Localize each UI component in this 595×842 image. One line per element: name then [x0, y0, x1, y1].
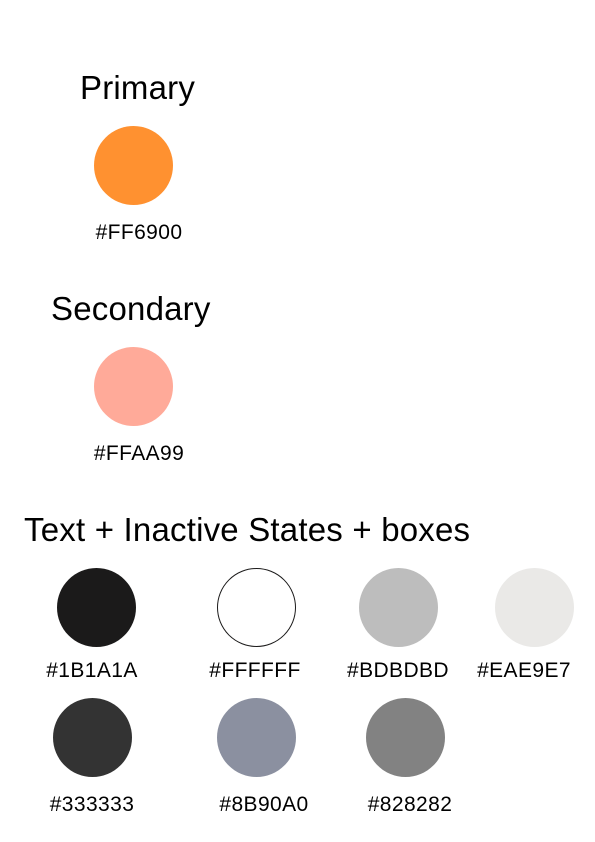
- secondary-heading: Secondary: [51, 290, 211, 327]
- text-color-swatch-eae9e7: [495, 568, 574, 647]
- text-color-hex-1b1a1a: #1B1A1A: [46, 659, 138, 682]
- text-states-heading: Text + Inactive States + boxes: [24, 511, 471, 548]
- text-color-swatch-8b90a0: [217, 698, 296, 777]
- text-color-hex-ffffff: #FFFFFF: [209, 659, 301, 682]
- secondary-color-swatch: [94, 347, 173, 426]
- text-color-swatch-333333: [53, 698, 132, 777]
- primary-color-hex: #FF6900: [95, 221, 183, 244]
- text-color-swatch-828282: [366, 698, 445, 777]
- secondary-color-hex: #FFAA99: [93, 442, 185, 465]
- text-color-swatch-bdbdbd: [359, 568, 438, 647]
- text-color-hex-828282: #828282: [367, 793, 453, 816]
- text-color-hex-eae9e7: #EAE9E7: [477, 659, 571, 682]
- primary-heading: Primary: [80, 69, 196, 106]
- primary-color-swatch: [94, 126, 173, 205]
- text-color-hex-bdbdbd: #BDBDBD: [347, 659, 449, 682]
- text-color-hex-8b90a0: #8B90A0: [219, 793, 309, 816]
- text-color-swatch-1b1a1a: [57, 568, 136, 647]
- text-color-swatch-ffffff: [217, 568, 296, 647]
- text-color-hex-333333: #333333: [49, 793, 135, 816]
